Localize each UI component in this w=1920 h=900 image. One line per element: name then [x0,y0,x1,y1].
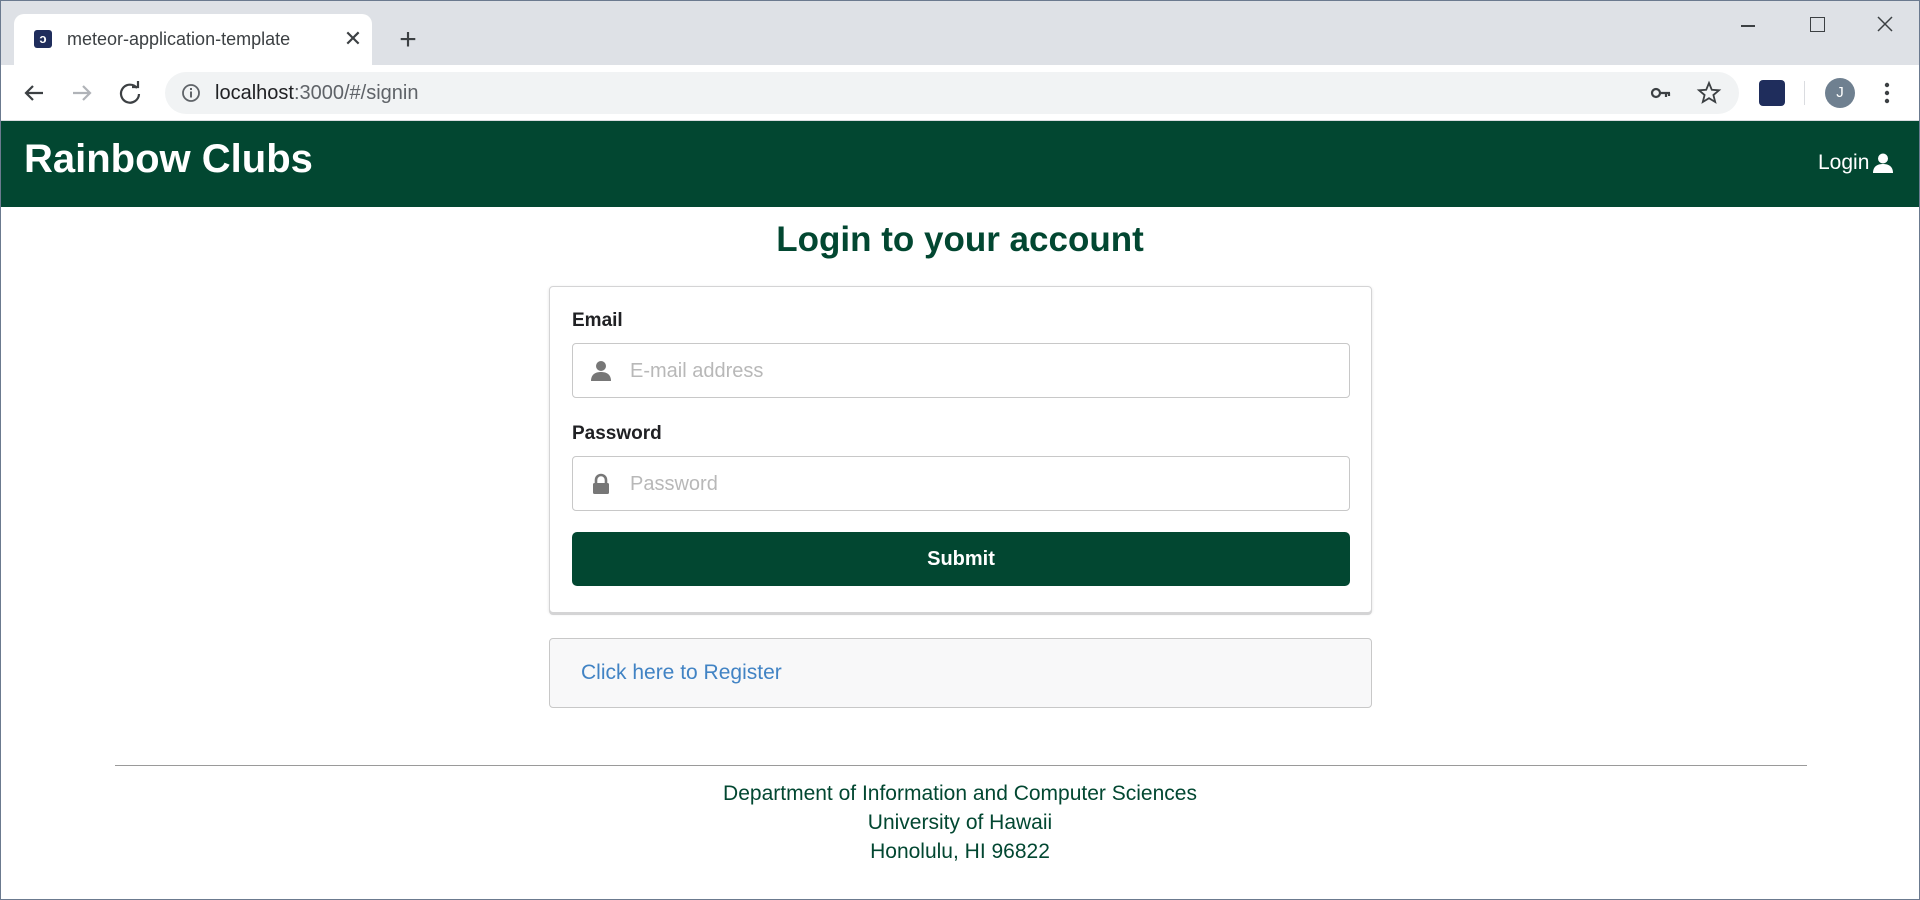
user-icon [1873,153,1894,173]
password-field-wrapper [572,456,1350,512]
password-key-icon[interactable] [1649,81,1673,105]
site-info-icon[interactable] [181,83,201,103]
new-tab-icon[interactable]: + [391,23,425,57]
window-maximize-icon[interactable] [1792,11,1842,41]
reload-icon[interactable] [114,77,146,109]
url-path: :3000/#/signin [293,82,419,104]
profile-avatar[interactable]: J [1825,78,1855,108]
toolbar-divider [1804,81,1805,105]
register-message: Click here to Register [549,638,1372,708]
tab-close-icon[interactable]: ✕ [338,24,368,54]
lock-icon [593,473,609,494]
login-form: Email Password Submit [549,286,1372,613]
navbar-login-button[interactable]: Login [1818,151,1894,175]
user-icon [591,361,611,381]
register-link[interactable]: Click here to Register [581,661,782,685]
address-url: localhost:3000/#/signin [215,82,418,105]
address-bar[interactable]: localhost:3000/#/signin [165,72,1739,114]
footer-line-address: Honolulu, HI 96822 [870,840,1050,863]
footer-line-department: Department of Information and Computer S… [723,782,1197,805]
submit-button[interactable]: Submit [572,532,1350,586]
browser-tab[interactable]: ↄ meteor-application-template ✕ [14,14,372,65]
top-navbar: Rainbow Clubs Login [1,121,1919,207]
page-title: Login to your account [776,220,1144,259]
bookmark-star-icon[interactable] [1696,80,1722,106]
extension-icon[interactable] [1759,80,1785,106]
password-label: Password [572,423,662,444]
brand-title[interactable]: Rainbow Clubs [24,137,313,182]
email-label: Email [572,310,623,331]
footer: Department of Information and Computer S… [1,779,1919,866]
window-close-icon[interactable] [1860,11,1910,41]
meteor-favicon-icon: ↄ [34,30,52,48]
password-field[interactable] [628,457,1332,512]
window-minimize-icon[interactable] [1723,11,1773,41]
tab-title: meteor-application-template [67,29,291,49]
more-menu-icon[interactable] [1877,79,1897,107]
footer-divider [115,765,1807,766]
back-arrow-icon[interactable] [18,77,50,109]
footer-line-university: University of Hawaii [867,811,1053,834]
browser-tabstrip: ↄ meteor-application-template ✕ + [1,1,1919,65]
email-field-wrapper [572,343,1350,399]
url-host: localhost [215,82,294,104]
forward-arrow-icon[interactable] [66,77,98,109]
email-field[interactable] [628,344,1332,399]
navbar-login-label: Login [1818,151,1870,174]
browser-toolbar: localhost:3000/#/signin J [1,65,1919,121]
